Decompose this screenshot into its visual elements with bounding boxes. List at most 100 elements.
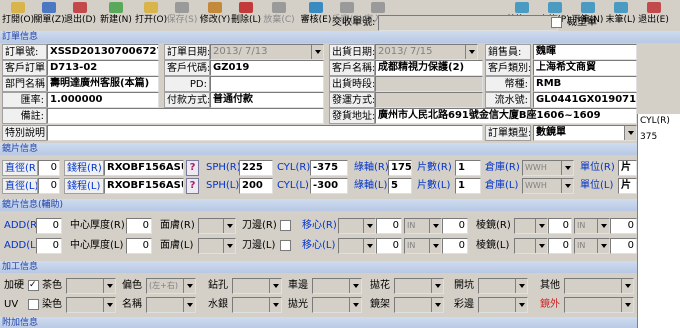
note-field[interactable] [47, 108, 324, 124]
shift-v-field[interactable]: IN [404, 218, 442, 234]
address-field[interactable]: 廣州市人民北路691號金信大廈B座1606~1609 [375, 108, 637, 124]
prism-h-field[interactable] [514, 238, 548, 254]
chevron-down-icon[interactable] [311, 45, 323, 59]
shift-v-value[interactable]: 0 [442, 238, 468, 254]
chevron-down-icon[interactable] [103, 298, 115, 312]
process-combo[interactable] [232, 297, 282, 313]
order-date-field[interactable]: 2013/ 7/13 [210, 44, 324, 60]
chevron-down-icon[interactable] [597, 219, 609, 233]
chevron-down-icon[interactable] [431, 279, 443, 293]
cust-code-field[interactable]: GZ019 [210, 60, 324, 76]
prism-v-field[interactable]: IN [574, 218, 610, 234]
prism-v-value[interactable]: 0 [610, 238, 637, 254]
process-checkbox[interactable]: ✓ [28, 280, 39, 291]
chevron-down-icon[interactable] [269, 279, 281, 293]
chevron-down-icon[interactable] [183, 279, 195, 293]
process-combo[interactable] [478, 278, 528, 294]
special-field[interactable] [47, 125, 483, 141]
chevron-down-icon[interactable] [561, 179, 573, 193]
process-checkbox[interactable] [28, 299, 39, 310]
chevron-down-icon[interactable] [429, 239, 441, 253]
process-combo[interactable] [564, 278, 634, 294]
prism-v-value[interactable]: 0 [610, 218, 637, 234]
chevron-down-icon[interactable] [597, 239, 609, 253]
store-field[interactable]: 壽明達廣州客服(本篇) [47, 76, 159, 92]
prism-h-value[interactable]: 0 [548, 238, 572, 254]
order-type-field[interactable]: 數鏡單 [533, 125, 637, 141]
edge-checkbox[interactable] [280, 240, 291, 251]
lens-code-field[interactable]: RXOBF156ASUVH [104, 160, 184, 176]
currency-field[interactable]: RMB [533, 76, 637, 92]
process-combo[interactable]: (左+右) [146, 278, 196, 294]
cyl-field[interactable]: -375 [310, 160, 348, 176]
chevron-down-icon[interactable] [269, 298, 281, 312]
add-field[interactable]: 0 [36, 218, 62, 234]
pd-field[interactable] [210, 76, 324, 92]
sales-field[interactable]: 魏暉 [533, 44, 637, 60]
center-thickness-field[interactable]: 0 [126, 218, 152, 234]
chevron-down-icon[interactable] [561, 161, 573, 175]
cust-order-field[interactable]: D713-02 [47, 60, 159, 76]
cust-name-field[interactable]: 成都精視力保護(2) [375, 60, 483, 76]
add-field[interactable]: 0 [36, 238, 62, 254]
chevron-down-icon[interactable] [363, 219, 375, 233]
qty-field[interactable]: 1 [455, 178, 481, 194]
process-combo[interactable] [394, 278, 444, 294]
process-combo[interactable] [564, 297, 634, 313]
qty-field[interactable]: 1 [455, 160, 481, 176]
chevron-down-icon[interactable] [535, 219, 547, 233]
lens-lookup-button[interactable]: ? [186, 160, 199, 176]
process-combo[interactable] [66, 278, 116, 294]
ship-time-field[interactable] [375, 76, 483, 92]
edge-checkbox[interactable] [280, 220, 291, 231]
process-combo[interactable] [66, 297, 116, 313]
prism-h-value[interactable]: 0 [548, 218, 572, 234]
delivery-field[interactable] [378, 15, 558, 31]
chevron-down-icon[interactable] [223, 239, 235, 253]
chevron-down-icon[interactable] [621, 298, 633, 312]
axis-field[interactable]: 175 [388, 160, 412, 176]
unit-field[interactable]: 片 [618, 178, 637, 194]
lens-diameter-field[interactable]: 0 [38, 160, 60, 176]
sph-field[interactable]: 200 [239, 178, 273, 194]
coating-field[interactable] [198, 218, 236, 234]
invoice-field[interactable] [375, 92, 483, 108]
cyl-field[interactable]: -300 [310, 178, 348, 194]
axis-field[interactable]: 5 [388, 178, 412, 194]
shift-h-value[interactable]: 0 [376, 218, 402, 234]
shift-h-field[interactable] [338, 238, 376, 254]
pay-field[interactable]: 普通付款 [210, 92, 324, 108]
chevron-down-icon[interactable] [183, 298, 195, 312]
center-thickness-field[interactable]: 0 [126, 238, 152, 254]
process-combo[interactable] [312, 297, 362, 313]
chevron-down-icon[interactable] [515, 298, 527, 312]
chevron-down-icon[interactable] [103, 279, 115, 293]
process-combo[interactable] [478, 297, 528, 313]
lens-diameter-field[interactable]: 0 [38, 178, 60, 194]
process-combo[interactable] [394, 297, 444, 313]
chevron-down-icon[interactable] [624, 126, 636, 140]
shift-v-value[interactable]: 0 [442, 218, 468, 234]
unit-field[interactable]: 片 [618, 160, 637, 176]
process-combo[interactable] [232, 278, 282, 294]
rate-field[interactable]: 1.000000 [47, 92, 159, 108]
shift-v-field[interactable]: IN [404, 238, 442, 254]
chevron-down-icon[interactable] [465, 45, 477, 59]
lens-code-field[interactable]: RXOBF156ASUVH [104, 178, 184, 194]
coating-field[interactable] [198, 238, 236, 254]
sph-field[interactable]: 225 [239, 160, 273, 176]
chevron-down-icon[interactable] [349, 279, 361, 293]
serial-field[interactable]: GL0441GX0190713-02_ [533, 92, 637, 108]
chevron-down-icon[interactable] [621, 279, 633, 293]
prism-h-field[interactable] [514, 218, 548, 234]
process-combo[interactable] [146, 297, 196, 313]
lens-lookup-button[interactable]: ? [186, 178, 199, 194]
order-no-field[interactable]: XSSD201307006727 [47, 44, 159, 60]
warehouse-field[interactable]: WWH [522, 160, 574, 176]
chevron-down-icon[interactable] [515, 279, 527, 293]
ship-date-field[interactable]: 2013/ 7/15 [375, 44, 478, 60]
chevron-down-icon[interactable] [431, 298, 443, 312]
shift-h-field[interactable] [338, 218, 376, 234]
process-combo[interactable] [312, 278, 362, 294]
chevron-down-icon[interactable] [363, 239, 375, 253]
